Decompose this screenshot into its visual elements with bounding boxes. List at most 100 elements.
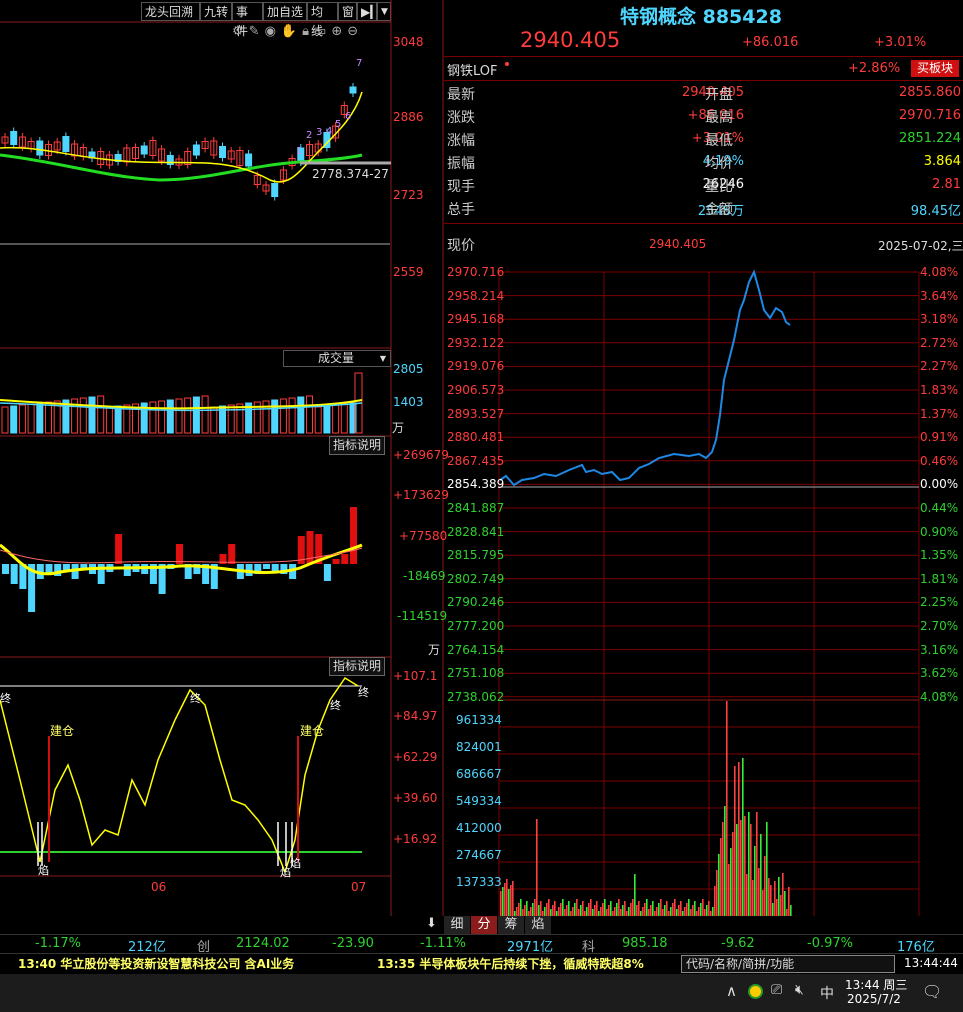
volume-selector[interactable]: 成交量 ▼ <box>283 350 391 367</box>
pct-axis-label: 1.81% <box>920 571 959 586</box>
volume-bar <box>36 402 44 434</box>
volume-bar <box>730 848 732 916</box>
quote-row: 振幅 4.19% 均价 3.864 <box>444 151 963 174</box>
indicator2-axis-label: +107.1 <box>393 669 438 683</box>
volume-bar <box>648 909 650 916</box>
candle <box>36 140 44 156</box>
kline-axis-label: 2886 <box>393 110 424 124</box>
quote-label: 涨幅 <box>447 133 475 149</box>
price-axis-label: 2919.076 <box>447 359 505 374</box>
mute-icon[interactable]: 🔇︎ <box>795 982 804 998</box>
volume-bar <box>738 762 740 916</box>
volume-bar <box>690 909 692 916</box>
tab-chips[interactable]: 筹 <box>498 916 524 934</box>
volume-bar <box>518 903 520 916</box>
quote-label: 最新 <box>447 87 475 103</box>
index-value[interactable]: 2124.02 <box>236 936 290 951</box>
indicator2-help-button[interactable]: 指标说明 <box>329 657 385 676</box>
candle <box>271 183 279 197</box>
volume-bar <box>184 397 192 434</box>
volume-bar <box>788 887 790 916</box>
volume-bar <box>546 903 548 916</box>
quote-value: 3.864 <box>923 154 961 169</box>
volume-bar <box>271 399 279 434</box>
indicator1-axis-label: -18469 <box>403 569 446 583</box>
volume-bar <box>582 901 584 916</box>
volume-bar <box>718 854 720 916</box>
volume-bar <box>114 405 122 434</box>
quote-label: 开盘 <box>705 87 733 103</box>
intraday-chart[interactable]: 2970.716 2958.214 2945.168 2932.122 2919.076… <box>444 260 963 916</box>
buy-block-button[interactable]: 买板块 <box>911 60 959 77</box>
display-icon[interactable]: ⎚ <box>771 982 782 998</box>
ime-indicator[interactable]: 中 <box>820 983 834 1003</box>
related-fund-pct: +2.86% <box>848 61 901 76</box>
quote-row: 现手 26246 量比 2.81 <box>444 174 963 197</box>
volume-selector-label: 成交量 <box>318 351 355 365</box>
pct-axis-label: 4.08% <box>920 689 959 704</box>
volume-bar <box>564 909 566 916</box>
indicator-bar <box>323 564 331 581</box>
kline-marker: 1 <box>296 146 303 157</box>
tab-minute[interactable]: 分 <box>471 916 497 934</box>
volume-bar <box>314 406 322 434</box>
volume-bar <box>760 834 762 916</box>
notification-icon[interactable]: 🗨︎ <box>922 982 942 1001</box>
index-value[interactable]: 985.18 <box>622 936 668 951</box>
indicator1-help-button[interactable]: 指标说明 <box>329 436 385 455</box>
taskbar-date[interactable]: 2025/7/2 <box>847 992 901 1006</box>
price-axis-label: 2958.214 <box>447 288 505 303</box>
quote-label: 量比 <box>705 179 733 195</box>
volume-bar <box>323 405 331 434</box>
volume-bar <box>18 404 26 434</box>
taskbar-time[interactable]: 13:44 周三 <box>845 976 907 993</box>
chevron-up-icon[interactable]: ∧ <box>726 982 737 1000</box>
left-chart-panel[interactable]: 龙头回溯 九转 事件 加自选 均线 窗 ▶▎ ▼ ⚙✎◉✋🔒︎▭⊕⊖ 3048 … <box>0 0 449 916</box>
volume-bar <box>558 907 560 916</box>
index-value[interactable]: -9.62 <box>721 936 755 951</box>
price-axis-label: 2815.795 <box>447 548 505 563</box>
search-input[interactable]: 代码/名称/简拼/功能 <box>681 955 895 973</box>
price-axis-label: 2841.887 <box>447 501 505 515</box>
volume-bar <box>516 907 518 916</box>
volume-bar <box>676 909 678 916</box>
price-axis-label: 2764.154 <box>447 642 505 657</box>
price-axis-label: 2945.168 <box>447 312 505 327</box>
quote-row: 涨幅 +3.01% 最低 2851.224 <box>444 128 963 151</box>
tab-flame[interactable]: 焰 <box>525 916 551 934</box>
zhong-tag: 终 <box>190 692 201 705</box>
volume-bar <box>692 905 694 916</box>
volume-bar <box>652 901 654 916</box>
volume-bar <box>780 895 782 916</box>
volume-bar <box>614 907 616 916</box>
news-item[interactable]: 13:35 半导体板块午后持续下挫，循威特跌超8% <box>377 955 644 972</box>
volume-bar <box>608 905 610 916</box>
volume-bar <box>510 885 512 916</box>
tab-detail[interactable]: 细 <box>444 916 470 934</box>
volume-bar <box>586 907 588 916</box>
quote-label: 总手 <box>447 202 475 218</box>
volume-bar <box>594 905 596 916</box>
pct-axis-label: 0.90% <box>920 524 959 539</box>
volume-bar <box>660 899 662 916</box>
volume-bar <box>762 890 764 916</box>
download-icon[interactable]: ⬇ <box>426 916 437 931</box>
volume-bar <box>506 879 508 916</box>
volume-bar <box>706 905 708 916</box>
volume-bar <box>628 907 630 916</box>
indicator-bar <box>176 544 183 564</box>
index-value[interactable]: -23.90 <box>332 936 374 951</box>
index-value[interactable]: -0.97% <box>807 936 853 951</box>
related-fund-name[interactable]: 钢铁LOF <box>447 60 498 79</box>
index-value[interactable]: -1.17% <box>35 936 81 951</box>
index-value[interactable]: -1.11% <box>420 936 466 951</box>
volume-bar <box>770 885 772 916</box>
volume-bar <box>774 881 776 916</box>
price-axis-label: 2828.841 <box>447 524 505 539</box>
volume-bar <box>620 909 622 916</box>
volume-bar <box>616 903 618 916</box>
app-tray-icon[interactable] <box>748 984 763 999</box>
candle <box>192 144 200 156</box>
news-item[interactable]: 13:40 华立股份等投资新设智慧科技公司 含AI业务 <box>18 955 294 972</box>
volume-axis-label: 2805 <box>393 362 424 376</box>
